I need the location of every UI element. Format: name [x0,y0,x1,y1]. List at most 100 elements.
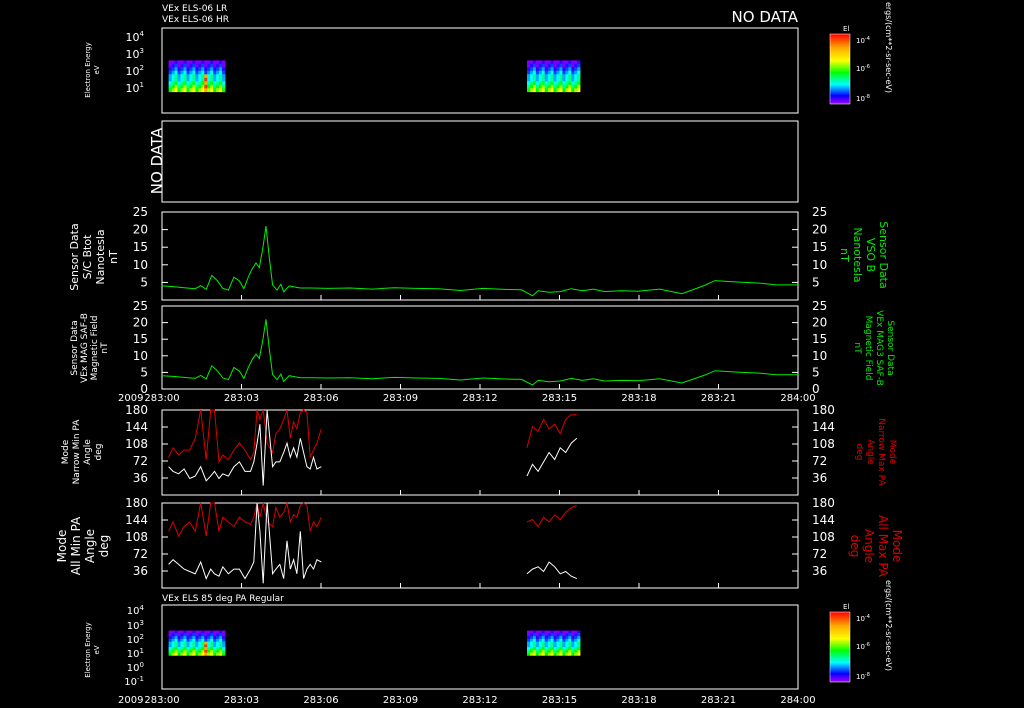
p7-cell [527,644,531,648]
p4-axes-ytick-right-25: 25 [812,299,827,313]
p1-cell [198,81,202,86]
p7-cell [171,647,175,651]
p7-cell [547,647,551,651]
p1-cell [213,81,217,86]
p7-cell [192,649,196,653]
p6-ylabel-2: All Min PA [69,516,83,575]
p7-cell [183,644,187,648]
p1-cell [538,74,542,79]
p1-cell [541,81,545,86]
p7-cell [550,638,554,642]
p6-ylabel-4: deg [97,535,111,558]
p4-xtick-label-7: 283:21 [701,393,736,404]
p7-cell [201,647,205,651]
p7-cell [201,652,205,656]
p1-cell [183,63,187,68]
p6-axes-ytick-left-36: 36 [133,564,148,578]
p7-cell [565,641,569,645]
cb1-scale [829,33,851,105]
p7-cell [222,638,226,642]
p1-cell [553,81,557,86]
p1-cell [544,84,548,89]
p7-cell [183,636,187,640]
p1-cell [571,67,575,72]
p1-cell [183,70,187,75]
p1-cell [559,74,563,79]
cb2-title: El [843,603,849,611]
p1-cell [527,60,531,65]
p7-cell [530,649,534,653]
p1-cell [527,84,531,89]
p1-cell [562,88,566,93]
p1-cell [541,60,545,65]
p1-cell [180,60,184,65]
p4-ylabel-right-2: VEx MAG3 SAF-B [874,310,884,386]
p5-axes-ytick-left-108: 108 [125,437,148,451]
p1-cell [562,70,566,75]
p7-cell [222,652,226,656]
p7-cell [565,630,569,634]
p1-cell [565,77,569,82]
p5-axes-ytick-left-36: 36 [133,471,148,485]
p7-cell [559,633,563,637]
p1-cell [553,63,557,68]
p1-cell [192,74,196,79]
p7-cell [553,633,557,637]
p6-ylabel-1: Mode [55,530,69,563]
p1-cell [219,63,223,68]
p7-cell [577,630,581,634]
p1-cell [204,77,208,82]
p1-cell [216,60,220,65]
p7-cell [186,649,190,653]
p7-cell [207,636,211,640]
p1-cell [201,74,205,79]
p1-cell [530,60,534,65]
p7-cell [562,630,566,634]
p7-cell [192,652,196,656]
p1-cell [222,60,226,65]
p7-cell [565,638,569,642]
p1-cell [183,77,187,82]
p5-axes-ytick-right-36: 36 [812,471,827,485]
p7-cell [195,636,199,640]
p1-cell [556,84,560,89]
p1-cell [553,70,557,75]
p1-cell [553,60,557,65]
p1-cell [198,74,202,79]
p5-ylabel-2: Narrow Min PA [72,419,82,485]
p1-cell [530,77,534,82]
p1-cell [207,70,211,75]
p7-cell [527,647,531,651]
p7-cell [527,652,531,656]
p7-cell [213,636,217,640]
p7-cell [574,641,578,645]
p7-cell [213,638,217,642]
p7-cell [562,641,566,645]
p7-cell [180,638,184,642]
p7-cell [553,641,557,645]
p5-ylabel-4: deg [94,444,104,461]
p7-cell [559,638,563,642]
cb1-title: El [843,25,849,33]
p7-cell [577,652,581,656]
p1-cell [574,88,578,93]
p3-ylabel-1: Sensor Data [68,223,81,290]
p6-ylabel-3: Angle [83,529,97,563]
p7-cell [168,633,172,637]
p7-cell [183,641,187,645]
p6-axes-ytick-left-144: 144 [125,513,148,527]
p7-cell [186,641,190,645]
p7-cell [562,633,566,637]
p1-cell [207,77,211,82]
p7-cell [189,638,193,642]
p1-cell [538,81,542,86]
p7-cell [553,636,557,640]
p1-cell [186,77,190,82]
p7-cell [195,638,199,642]
p1-cell [222,74,226,79]
p7-cell [559,641,563,645]
p1-cell [207,74,211,79]
p7-ylabel-1: Electron Energy [84,622,92,677]
p1-cell [168,70,172,75]
p7-cell [550,633,554,637]
